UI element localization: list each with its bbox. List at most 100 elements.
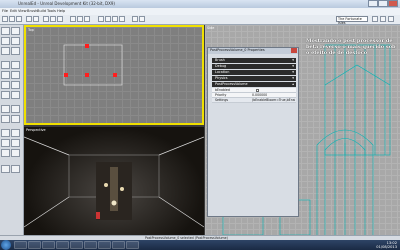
cylinder-brush-icon[interactable] bbox=[1, 71, 10, 79]
add-volume-icon[interactable] bbox=[1, 129, 10, 137]
matinee-icon[interactable] bbox=[84, 16, 90, 22]
search-icon[interactable] bbox=[372, 16, 378, 22]
kismet-icon[interactable] bbox=[77, 16, 83, 22]
vertex-handle bbox=[64, 73, 68, 77]
csg-deintersect-icon[interactable] bbox=[11, 115, 20, 123]
top-viewport-canvas bbox=[63, 44, 123, 86]
unreal-icon[interactable] bbox=[56, 241, 69, 249]
expand-icon: ▾ bbox=[292, 58, 294, 62]
menu-view[interactable]: View bbox=[18, 9, 27, 13]
category-physics-label: Physics bbox=[215, 76, 228, 80]
geometry-mode-icon[interactable] bbox=[11, 27, 20, 35]
property-name: Settings bbox=[215, 98, 229, 102]
menu-tools[interactable]: Tools bbox=[47, 9, 56, 13]
browser-icon[interactable] bbox=[70, 16, 76, 22]
csg-intersect-icon[interactable] bbox=[1, 115, 10, 123]
mesh-paint-icon[interactable] bbox=[1, 47, 10, 55]
csg-subtract-icon[interactable] bbox=[11, 105, 20, 113]
media-player-icon[interactable] bbox=[28, 241, 41, 249]
overlay-caption: Mostrando o post processor de beta rever… bbox=[306, 38, 396, 56]
open-icon[interactable] bbox=[9, 16, 15, 22]
play-icon[interactable] bbox=[132, 16, 138, 22]
rotate-icon[interactable] bbox=[50, 16, 56, 22]
play-in-editor-icon[interactable] bbox=[139, 16, 145, 22]
minimize-button[interactable] bbox=[368, 0, 378, 7]
settings-icon[interactable] bbox=[388, 16, 394, 22]
close-button[interactable] bbox=[388, 0, 398, 7]
csg-add-icon[interactable] bbox=[1, 105, 10, 113]
show-all-icon[interactable] bbox=[11, 139, 20, 147]
editor-icon[interactable] bbox=[112, 241, 125, 249]
new-icon[interactable] bbox=[2, 16, 8, 22]
terrain-mode-icon[interactable] bbox=[1, 37, 10, 45]
category-postprocessvolume[interactable]: PostProcessVolume ▴ bbox=[212, 82, 296, 87]
cone-brush-icon[interactable] bbox=[11, 61, 20, 69]
collapse-icon: ▴ bbox=[292, 82, 294, 86]
sphere-brush-icon[interactable] bbox=[11, 71, 20, 79]
scale-icon[interactable] bbox=[57, 16, 63, 22]
category-brush[interactable]: Brush ▾ bbox=[212, 58, 296, 63]
build-all-icon[interactable] bbox=[119, 16, 125, 22]
menu-file[interactable]: File bbox=[2, 9, 8, 13]
cube-brush-icon[interactable] bbox=[1, 61, 10, 69]
category-location[interactable]: Location ▾ bbox=[212, 70, 296, 75]
system-clock[interactable]: 13:02 01/08/2013 bbox=[376, 241, 397, 249]
redo-icon[interactable] bbox=[33, 16, 39, 22]
show-selected-icon[interactable] bbox=[11, 149, 20, 157]
expand-icon: ▾ bbox=[292, 70, 294, 74]
map-selector[interactable]: The Fortunate Isles bbox=[336, 16, 368, 25]
stairs-brush-icon[interactable] bbox=[1, 81, 10, 89]
vertex-handle bbox=[113, 73, 117, 77]
curved-stair-icon[interactable] bbox=[11, 91, 20, 99]
category-debug[interactable]: Debug ▾ bbox=[212, 64, 296, 69]
move-icon[interactable] bbox=[43, 16, 49, 22]
save-icon[interactable] bbox=[16, 16, 22, 22]
taskbar: 13:02 01/08/2013 bbox=[0, 240, 400, 250]
grid-icon[interactable] bbox=[380, 16, 386, 22]
texture-mode-icon[interactable] bbox=[11, 37, 20, 45]
perspective-canvas bbox=[24, 136, 204, 228]
property-name: Priority bbox=[215, 93, 227, 97]
prefab-icon[interactable] bbox=[11, 165, 20, 173]
camera-mode-icon[interactable] bbox=[1, 27, 10, 35]
build-lighting-icon[interactable] bbox=[105, 16, 111, 22]
explorer-icon[interactable] bbox=[14, 241, 27, 249]
clock-date: 01/08/2013 bbox=[376, 245, 397, 249]
select-volume-icon[interactable] bbox=[11, 129, 20, 137]
menu-help[interactable]: Help bbox=[57, 9, 65, 13]
undo-icon[interactable] bbox=[26, 16, 32, 22]
recorder-icon[interactable] bbox=[98, 241, 111, 249]
sheet-brush-icon[interactable] bbox=[11, 81, 20, 89]
menu-build[interactable]: Build bbox=[37, 9, 46, 13]
expand-icon: ▾ bbox=[292, 64, 294, 68]
enabled-checkbox[interactable] bbox=[256, 89, 259, 92]
property-name: bEnabled bbox=[215, 88, 230, 92]
tool-box bbox=[0, 25, 24, 235]
vertex-handle bbox=[85, 44, 89, 48]
main-toolbar: The Fortunate Isles bbox=[0, 15, 400, 25]
top-viewport[interactable]: Top bbox=[24, 25, 204, 125]
go-to-actor-icon[interactable] bbox=[1, 165, 10, 173]
volume-brush-icon[interactable] bbox=[1, 91, 10, 99]
build-paths-icon[interactable] bbox=[112, 16, 118, 22]
title-bar: UnrealEd - Unreal Development Kit (32-bi… bbox=[0, 0, 400, 8]
landscape-icon[interactable] bbox=[11, 47, 20, 55]
menu-brush[interactable]: Brush bbox=[27, 9, 37, 13]
maximize-button[interactable] bbox=[378, 0, 388, 7]
property-row[interactable]: Settings (bEnableBloom=True,bEnableDOF=..… bbox=[212, 98, 296, 103]
firefox-icon[interactable] bbox=[42, 241, 55, 249]
skype-icon[interactable] bbox=[84, 241, 97, 249]
properties-window[interactable]: PostProcessVolume_0 Properties Brush ▾ De… bbox=[207, 47, 299, 217]
folder-icon[interactable] bbox=[126, 241, 139, 249]
hide-selected-icon[interactable] bbox=[1, 139, 10, 147]
candle-light bbox=[111, 200, 117, 206]
start-button[interactable] bbox=[1, 240, 11, 250]
photoshop-icon[interactable] bbox=[70, 241, 83, 249]
menu-edit[interactable]: Edit bbox=[10, 9, 17, 13]
category-physics[interactable]: Physics ▾ bbox=[212, 76, 296, 81]
vertex-handle bbox=[85, 73, 89, 77]
build-geometry-icon[interactable] bbox=[98, 16, 104, 22]
properties-close-button[interactable] bbox=[291, 48, 297, 53]
perspective-viewport[interactable]: Perspective bbox=[24, 127, 204, 235]
invert-selection-icon[interactable] bbox=[1, 149, 10, 157]
